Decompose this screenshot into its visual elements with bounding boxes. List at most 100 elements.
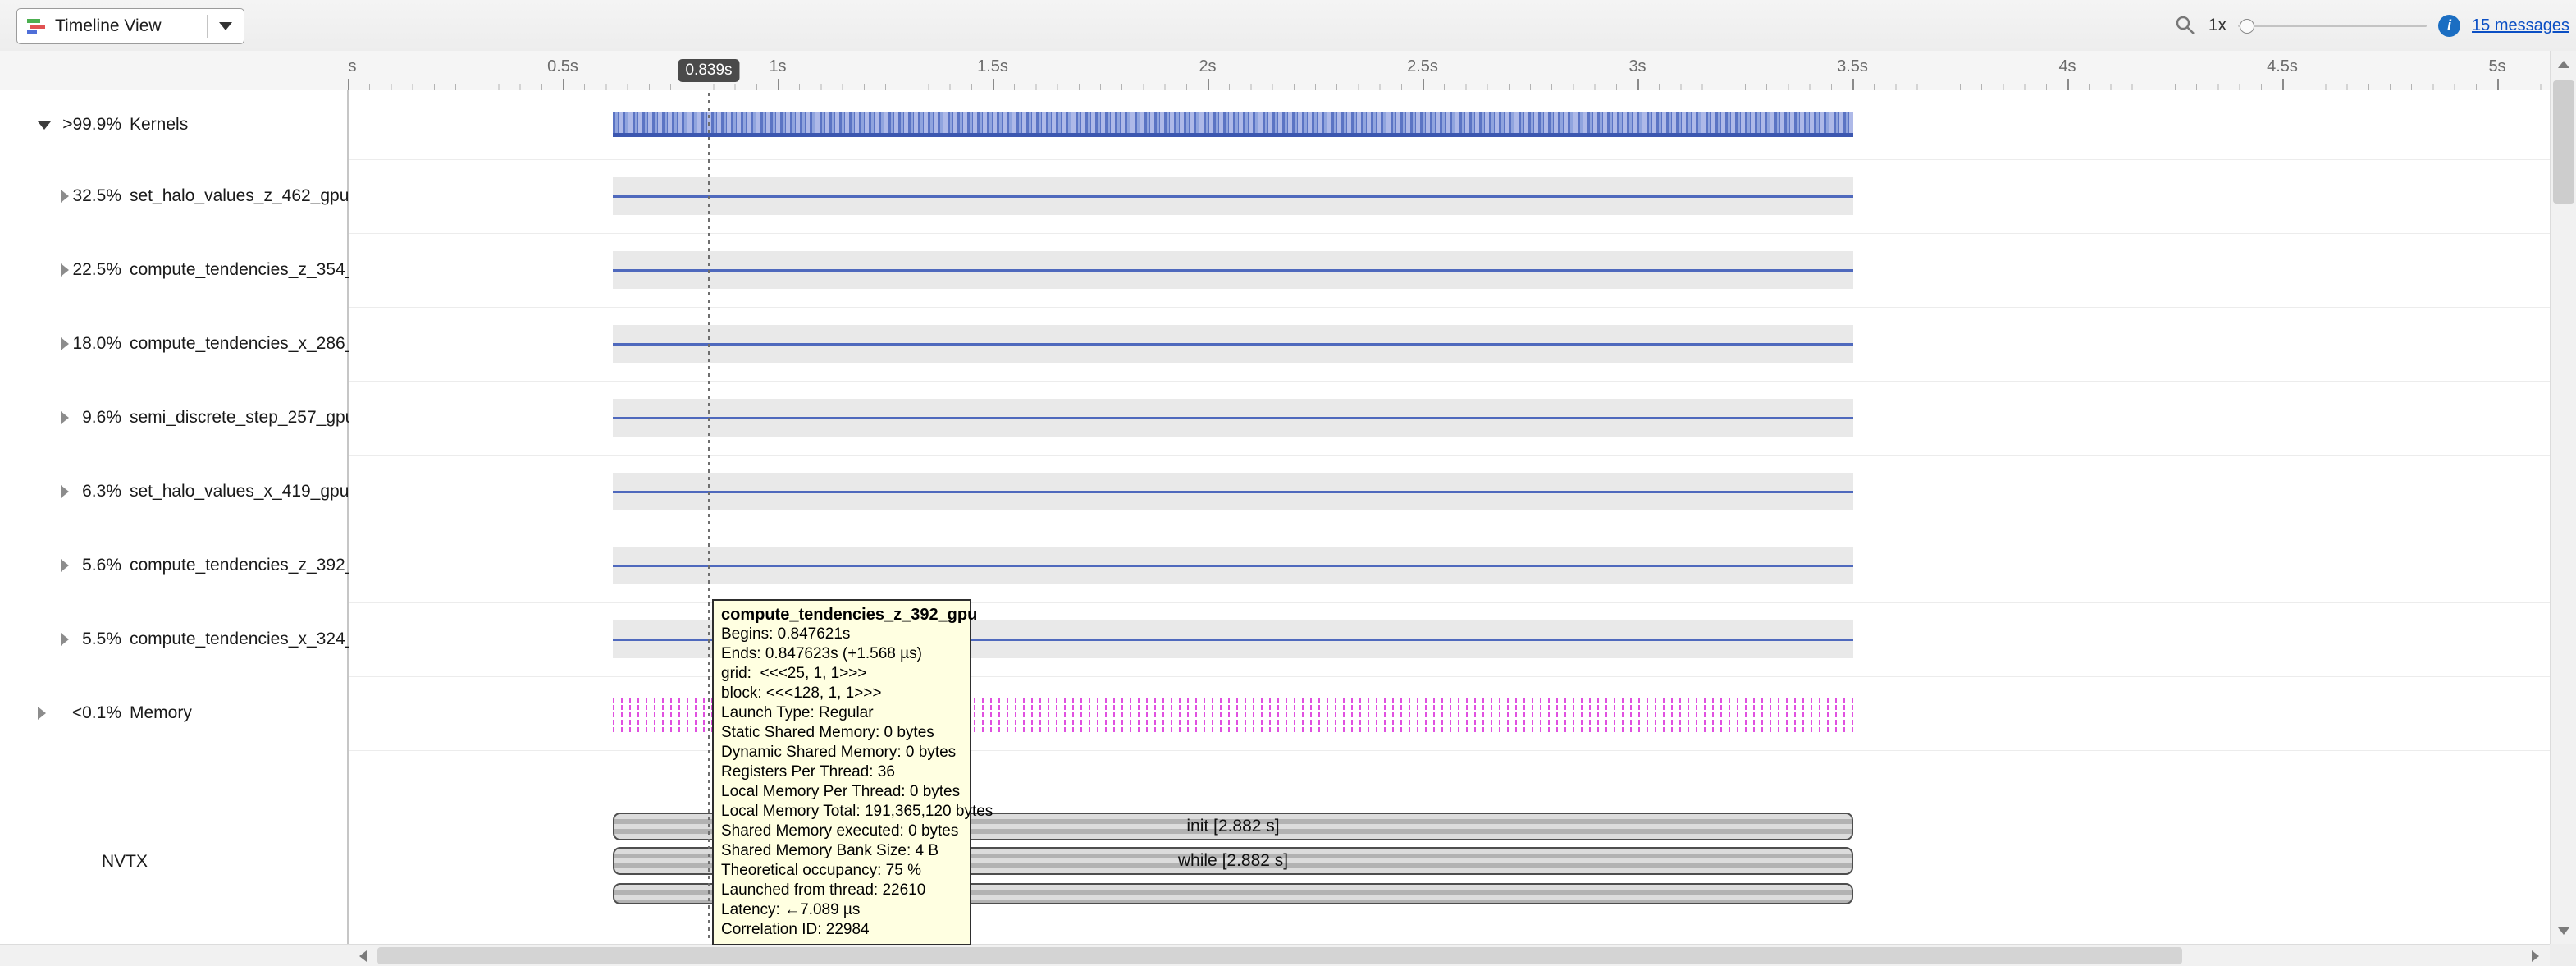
ruler-tick-label: 0s [348, 57, 357, 76]
sidebar-item-semi-discrete-step[interactable]: 9.6% semi_discrete_step_257_gpu [0, 381, 347, 455]
tooltip-line: Begins: 0.847621s [721, 625, 962, 644]
row-name: semi_discrete_step_257_gpu [130, 408, 354, 428]
view-selector-label: Timeline View [55, 16, 207, 36]
info-icon[interactable]: i [2438, 15, 2460, 37]
sidebar-item-set-halo-values-z[interactable]: 32.5% set_halo_values_z_462_gpu [0, 159, 347, 233]
ruler-tick-label: 4s [2058, 57, 2076, 76]
row-name: set_halo_values_x_419_gpu [130, 482, 349, 501]
row-percent: <0.1% [0, 703, 121, 723]
kernel-activity-line [613, 195, 1853, 198]
sidebar-item-kernels[interactable]: >99.9% Kernels [0, 90, 347, 159]
ruler-tick-label: 3s [1628, 57, 1646, 76]
sidebar-item-compute-tendencies-z-392[interactable]: 5.6% compute_tendencies_z_392_gpu [0, 529, 347, 602]
tooltip-line: Shared Memory executed: 0 bytes [721, 822, 962, 841]
tooltip-line: Latency: ←7.089 µs [721, 900, 962, 920]
track-compute-tendencies-z-354 [349, 233, 2550, 308]
row-percent: 22.5% [0, 260, 121, 280]
row-name: compute_tendencies_z_392_gpu [130, 556, 383, 575]
kernel-activity-line [613, 417, 1853, 419]
chevron-down-icon[interactable] [208, 22, 244, 30]
zoom-slider[interactable] [2238, 17, 2427, 34]
scroll-down-arrow[interactable] [2551, 918, 2576, 944]
track-compute-tendencies-x-286 [349, 307, 2550, 382]
kernel-activity-line [613, 269, 1853, 272]
kernel-range-band[interactable] [613, 399, 1853, 437]
tooltip-line: Theoretical occupancy: 75 % [721, 861, 962, 881]
horizontal-scrollbar-thumb[interactable] [377, 947, 2182, 964]
sidebar-item-nvtx[interactable]: NVTX [102, 845, 148, 878]
row-percent: 9.6% [0, 408, 121, 428]
cursor-time-badge: 0.839s [678, 59, 739, 82]
timeline-view-icon [25, 16, 47, 37]
zoom-level-label: 1x [2208, 16, 2227, 35]
ruler-tick-label: 1.5s [977, 57, 1008, 76]
kernel-range-band[interactable] [613, 251, 1853, 289]
vertical-scrollbar-thumb[interactable] [2553, 80, 2574, 204]
ruler-tick-label: 2s [1199, 57, 1216, 76]
track-set-halo-values-x [349, 455, 2550, 529]
magnifier-icon [2174, 14, 2197, 37]
track-semi-discrete-step [349, 381, 2550, 456]
ruler-tick-label: 4.5s [2267, 57, 2298, 76]
timeline-cursor-line [708, 90, 710, 938]
tooltip-line: Dynamic Shared Memory: 0 bytes [721, 743, 962, 762]
ruler-tick-label: 5s [2488, 57, 2505, 76]
horizontal-scrollbar[interactable] [0, 944, 2576, 966]
scroll-left-arrow[interactable] [349, 945, 376, 966]
messages-link[interactable]: 15 messages [2472, 16, 2569, 35]
tooltip-line: Registers Per Thread: 36 [721, 762, 962, 782]
track-compute-tendencies-x-324 [349, 602, 2550, 677]
ruler-tick-label: 1s [769, 57, 786, 76]
sidebar-item-set-halo-values-x[interactable]: 6.3% set_halo_values_x_419_gpu [0, 455, 347, 529]
row-name: compute_tendencies_x_324_gpu [130, 630, 383, 649]
tooltip-line: Correlation ID: 22984 [721, 920, 962, 940]
tooltip-line: Launch Type: Regular [721, 703, 962, 723]
kernel-range-band[interactable] [613, 325, 1853, 363]
kernel-range-band[interactable] [613, 177, 1853, 215]
sidebar-item-compute-tendencies-x-286[interactable]: 18.0% compute_tendencies_x_286_gpu [0, 307, 347, 381]
sidebar-item-compute-tendencies-x-324[interactable]: 5.5% compute_tendencies_x_324_gpu [0, 602, 347, 676]
kernel-range-band[interactable] [613, 547, 1853, 584]
sidebar-item-memory[interactable]: <0.1% Memory [0, 676, 347, 750]
tooltip-line: Ends: 0.847623s (+1.568 µs) [721, 644, 962, 664]
zoom-slider-track[interactable] [2238, 25, 2427, 27]
toolbar: Timeline View 1x i 15 messages [0, 0, 2576, 52]
tooltip-title: compute_tendencies_z_392_gpu [721, 605, 962, 625]
scroll-up-arrow[interactable] [2551, 51, 2576, 77]
track-compute-tendencies-z-392 [349, 529, 2550, 603]
tooltip-line: Static Shared Memory: 0 bytes [721, 723, 962, 743]
scrollbar-corner [2550, 944, 2576, 966]
track-set-halo-values-z [349, 159, 2550, 234]
row-percent: >99.9% [0, 115, 121, 135]
kernel-range-band[interactable] [613, 473, 1853, 510]
tooltip-line: Local Memory Total: 191,365,120 bytes [721, 802, 962, 822]
tooltip-line: Shared Memory Bank Size: 4 B [721, 841, 962, 861]
ruler-tick-label: 2.5s [1407, 57, 1438, 76]
kernel-summary-bar[interactable] [613, 112, 1853, 137]
vertical-scrollbar[interactable] [2550, 51, 2576, 944]
row-tree-sidebar: >99.9% Kernels 32.5% set_halo_values_z_4… [0, 90, 349, 944]
kernel-activity-line [613, 343, 1853, 346]
row-name: Kernels [130, 115, 188, 135]
ruler-tick-label: 0.5s [547, 57, 578, 76]
ruler-tick-label: 3.5s [1837, 57, 1868, 76]
sidebar-item-compute-tendencies-z-354[interactable]: 22.5% compute_tendencies_z_354_gpu [0, 233, 347, 307]
kernel-activity-line [613, 565, 1853, 567]
track-memory [349, 676, 2550, 751]
toolbar-right-cluster: 1x i 15 messages [2174, 0, 2569, 51]
row-percent: 5.5% [0, 630, 121, 649]
tooltip-line: block: <<<128, 1, 1>>> [721, 684, 962, 703]
tooltip-line: Launched from thread: 22610 [721, 881, 962, 900]
nsight-timeline-window: Timeline View 1x i 15 messages 0s 0.5s 1… [0, 0, 2576, 966]
scroll-right-arrow[interactable] [2522, 945, 2548, 966]
time-ruler[interactable]: 0s 0.5s 1s 1.5s 2s 2.5s 3s 3.5s 4s 4.5s … [0, 51, 2576, 91]
view-selector-dropdown[interactable]: Timeline View [16, 8, 244, 44]
tooltip-line: grid: <<<25, 1, 1>>> [721, 664, 962, 684]
row-name: compute_tendencies_x_286_gpu [130, 334, 383, 354]
timeline-pane[interactable]: init [2.882 s] while [2.882 s] [349, 90, 2550, 944]
zoom-slider-thumb[interactable] [2240, 19, 2254, 34]
row-percent: 32.5% [0, 186, 121, 206]
kernel-tooltip: compute_tendencies_z_392_gpu Begins: 0.8… [712, 599, 971, 945]
track-kernels-summary [349, 90, 2550, 160]
row-name: set_halo_values_z_462_gpu [130, 186, 349, 206]
